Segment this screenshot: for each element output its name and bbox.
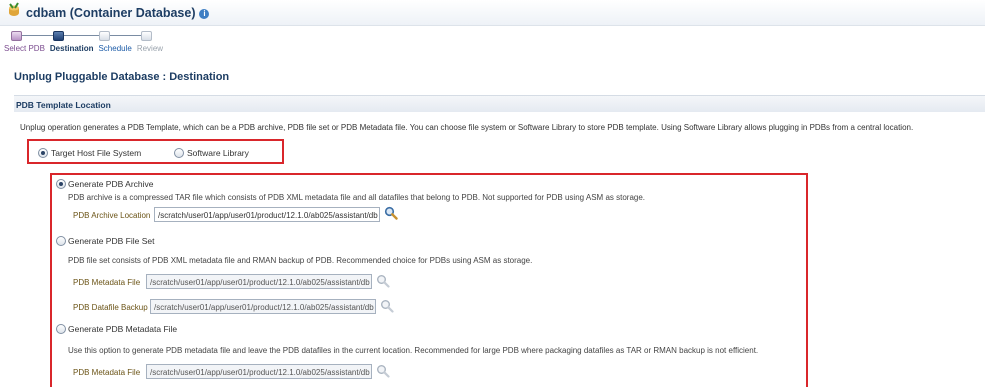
target-host-radio[interactable] bbox=[38, 148, 48, 158]
generate-fileset-radio[interactable] bbox=[56, 236, 66, 246]
generate-archive-label[interactable]: Generate PDB Archive bbox=[68, 179, 154, 189]
metadata-file-label: PDB Metadata File bbox=[73, 368, 141, 377]
section-title: PDB Template Location bbox=[16, 100, 111, 110]
fileset-backup-label: PDB Datafile Backup bbox=[73, 303, 148, 312]
generate-archive-radio[interactable] bbox=[56, 179, 66, 189]
page-title: cdbam (Container Database) i bbox=[26, 6, 210, 20]
train-stop-select-pdb[interactable] bbox=[11, 31, 22, 41]
train-stop-schedule[interactable] bbox=[99, 31, 110, 41]
train-stop-review bbox=[141, 31, 152, 41]
train-connector bbox=[20, 35, 53, 36]
metadata-description: Use this option to generate PDB metadata… bbox=[68, 346, 759, 355]
search-icon bbox=[377, 275, 390, 288]
software-library-label[interactable]: Software Library bbox=[187, 148, 249, 158]
database-icon bbox=[9, 2, 19, 16]
archive-location-label: PDB Archive Location bbox=[73, 211, 151, 220]
search-icon[interactable] bbox=[384, 206, 398, 220]
train-label-schedule[interactable]: Schedule bbox=[98, 44, 131, 53]
page-heading: Unplug Pluggable Database : Destination bbox=[14, 71, 230, 83]
section-header-bar bbox=[14, 95, 985, 112]
metadata-file-input: /scratch/user01/app/user01/product/12.1.… bbox=[146, 364, 372, 379]
search-icon bbox=[381, 300, 394, 313]
target-host-label[interactable]: Target Host File System bbox=[51, 148, 141, 158]
train-connector bbox=[62, 35, 99, 36]
train-connector bbox=[108, 35, 141, 36]
page-header: cdbam (Container Database) i bbox=[0, 0, 985, 26]
train-label-destination: Destination bbox=[49, 44, 94, 53]
archive-description: PDB archive is a compressed TAR file whi… bbox=[68, 193, 646, 202]
generate-metadata-radio[interactable] bbox=[56, 324, 66, 334]
generate-metadata-label[interactable]: Generate PDB Metadata File bbox=[68, 324, 177, 334]
fileset-metadata-input: /scratch/user01/app/user01/product/12.1.… bbox=[146, 274, 372, 289]
generate-fileset-label[interactable]: Generate PDB File Set bbox=[68, 236, 154, 246]
software-library-radio[interactable] bbox=[174, 148, 184, 158]
train-label-select-pdb[interactable]: Select PDB bbox=[4, 44, 45, 53]
train-stop-destination bbox=[53, 31, 64, 41]
fileset-backup-input: /scratch/user01/app/user01/product/12.1.… bbox=[150, 299, 376, 314]
fileset-description: PDB file set consists of PDB XML metadat… bbox=[68, 256, 533, 265]
train-label-review: Review bbox=[136, 44, 164, 53]
archive-location-input[interactable]: /scratch/user01/app/user01/product/12.1.… bbox=[154, 207, 380, 222]
wizard-train bbox=[11, 29, 211, 43]
info-icon[interactable]: i bbox=[199, 9, 210, 19]
search-icon bbox=[377, 365, 390, 378]
section-description: Unplug operation generates a PDB Templat… bbox=[20, 123, 914, 132]
fileset-metadata-label: PDB Metadata File bbox=[73, 278, 141, 287]
wizard-train-labels: Select PDB Destination Schedule Review bbox=[4, 44, 168, 53]
